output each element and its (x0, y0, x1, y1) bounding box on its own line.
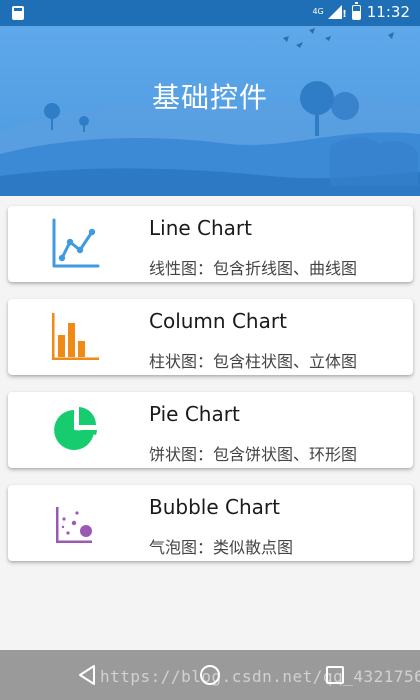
status-bar: 4G 11:32 (0, 0, 420, 26)
card-title: Column Chart (149, 309, 287, 333)
column-chart-card[interactable]: Column Chart 柱状图：包含柱状图、立体图 (8, 299, 413, 375)
card-title: Line Chart (149, 216, 252, 240)
column-chart-icon (52, 313, 99, 360)
card-title: Bubble Chart (149, 495, 280, 519)
clock: 11:32 (366, 3, 410, 21)
pie-chart-card[interactable]: Pie Chart 饼状图：包含饼状图、环形图 (8, 392, 413, 468)
bubble-chart-card[interactable]: Bubble Chart 气泡图：类似散点图 (8, 485, 413, 561)
page-title: 基础控件 (151, 81, 268, 114)
chart-type-list: Line Chart 线性图：包含折线图、曲线图 Column Chart 柱状… (8, 206, 413, 578)
pie-chart-icon (54, 407, 97, 450)
navigation-bar: https://blog.csdn.net/qq_43217562 (0, 650, 420, 700)
sd-card-icon (12, 6, 24, 20)
battery-icon (351, 1, 361, 20)
header-banner: 基础控件 (0, 26, 420, 196)
bubble-chart-icon (56, 507, 92, 543)
card-description: 柱状图：包含柱状图、立体图 (149, 352, 358, 371)
card-description: 气泡图：类似散点图 (149, 538, 294, 557)
card-description: 饼状图：包含饼状图、环形图 (149, 445, 358, 464)
line-chart-icon (52, 218, 100, 268)
card-title: Pie Chart (149, 402, 240, 426)
signal-icon (327, 5, 347, 20)
network-type: 4G (312, 7, 324, 16)
status-right: 4G 11:32 (312, 1, 410, 21)
card-description: 线性图：包含折线图、曲线图 (149, 259, 358, 278)
watermark-text: https://blog.csdn.net/qq_43217562 (100, 667, 420, 686)
line-chart-card[interactable]: Line Chart 线性图：包含折线图、曲线图 (8, 206, 413, 282)
back-icon[interactable] (76, 664, 98, 686)
